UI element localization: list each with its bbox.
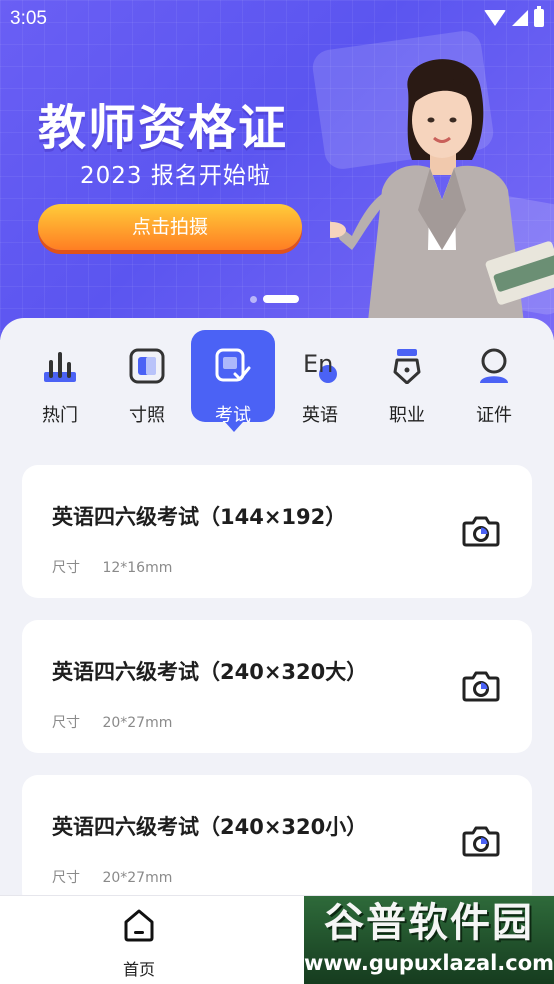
category-label: 证件	[476, 405, 512, 426]
camera-icon[interactable]	[462, 515, 500, 547]
exam-photo-card[interactable]: 英语四六级考试（240×320大） 尺寸 20*27mm	[22, 620, 532, 753]
wifi-icon	[484, 10, 506, 26]
pagination-dot[interactable]	[250, 295, 257, 303]
category-label: 英语	[302, 405, 338, 426]
category-label: 考试	[215, 405, 251, 426]
nav-home-label: 首页	[122, 960, 155, 979]
person-id-icon	[480, 348, 508, 383]
card-size: 尺寸 20*27mm	[52, 712, 172, 732]
banner-pagination	[250, 295, 299, 303]
battery-icon	[534, 6, 544, 27]
banner-title: 教师资格证	[38, 100, 289, 156]
status-time: 3:05	[10, 8, 47, 29]
svg-text:En: En	[303, 350, 333, 378]
exam-photo-card[interactable]: 英语四六级考试（144×192） 尺寸 12*16mm	[22, 465, 532, 598]
teacher-illustration	[330, 59, 554, 340]
pagination-dot-active[interactable]	[263, 295, 299, 303]
category-id[interactable]: 证件	[452, 330, 536, 426]
category-career[interactable]: 职业	[365, 330, 449, 426]
exam-check-icon	[215, 348, 251, 382]
category-photo[interactable]: 寸照	[105, 330, 189, 426]
banner-cta-button[interactable]: 点击拍摄	[38, 204, 302, 250]
bar-chart-icon	[44, 352, 76, 382]
size-label: 尺寸	[52, 715, 80, 731]
exam-photo-card[interactable]: 英语四六级考试（240×320小） 尺寸 20*27mm	[22, 775, 532, 908]
card-size: 尺寸 20*27mm	[52, 867, 172, 887]
watermark-url: www.gupuxlazal.com	[304, 951, 554, 975]
status-bar: 3:05	[0, 0, 554, 40]
size-value: 20*27mm	[102, 715, 173, 731]
category-english[interactable]: En 英语	[278, 330, 362, 426]
pen-nib-icon	[393, 349, 421, 384]
photo-frame-icon	[129, 348, 165, 384]
size-value: 12*16mm	[102, 560, 173, 576]
category-bar: 热门 寸照 考试 En 英语 职业 证件	[0, 318, 554, 438]
camera-icon[interactable]	[462, 825, 500, 857]
size-value: 20*27mm	[102, 870, 173, 886]
size-label: 尺寸	[52, 560, 80, 576]
banner-subtitle: 2023 报名开始啦	[80, 163, 271, 189]
category-hot[interactable]: 热门	[18, 330, 102, 426]
english-en-icon: En	[303, 350, 337, 383]
card-title: 英语四六级考试（144×192）	[52, 505, 347, 529]
category-label: 热门	[42, 405, 78, 426]
card-size: 尺寸 12*16mm	[52, 557, 172, 577]
home-icon	[124, 909, 154, 942]
watermark: 谷普软件园 www.gupuxlazal.com	[304, 896, 554, 984]
category-exam[interactable]: 考试	[191, 330, 275, 432]
watermark-title: 谷普软件园	[324, 900, 534, 946]
category-label: 职业	[389, 405, 425, 426]
nav-home[interactable]: 首页	[110, 906, 168, 979]
size-label: 尺寸	[52, 870, 80, 886]
camera-icon[interactable]	[462, 670, 500, 702]
main-content: 热门 寸照 考试 En 英语 职业 证件 英语四六级考试（144×192） 尺寸…	[0, 318, 554, 908]
card-title: 英语四六级考试（240×320大）	[52, 660, 368, 684]
banner[interactable]: 3:05 教师资格证 2023 报名开始啦 点击拍摄	[0, 0, 554, 340]
category-label: 寸照	[129, 405, 165, 426]
signal-icon	[512, 10, 528, 26]
card-title: 英语四六级考试（240×320小）	[52, 815, 368, 839]
status-icons	[484, 6, 544, 27]
